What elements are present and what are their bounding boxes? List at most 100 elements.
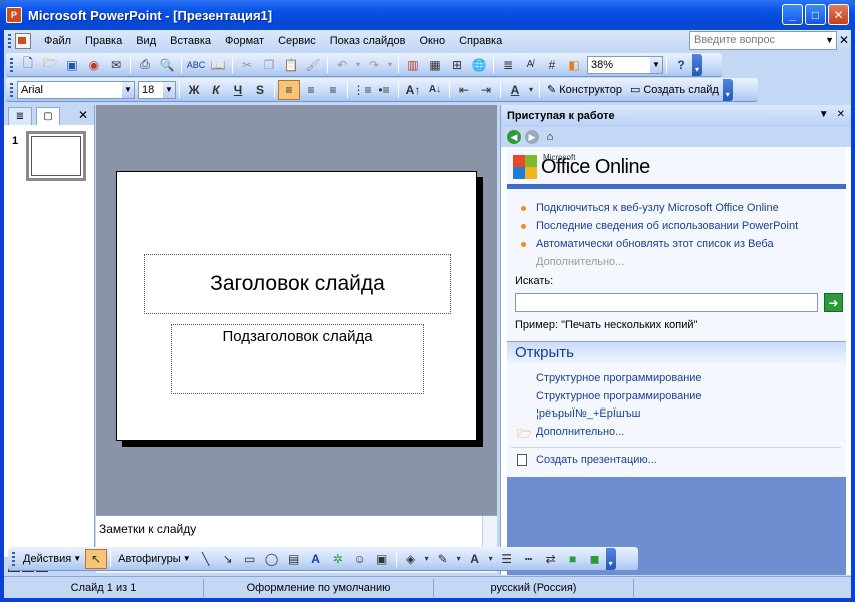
- document-menu-icon[interactable]: [15, 33, 31, 49]
- toolbar-options-icon[interactable]: ▾: [722, 78, 733, 101]
- font-color-dropdown-icon[interactable]: ▾: [486, 549, 496, 569]
- show-grid-icon[interactable]: #: [541, 55, 563, 75]
- powerpoint-app-icon[interactable]: P: [6, 7, 22, 23]
- bold-button[interactable]: Ж: [183, 80, 205, 100]
- toolbar-grip[interactable]: [10, 57, 13, 72]
- open-more-link[interactable]: 🗁 Дополнительно...: [515, 423, 845, 441]
- task-pane-menu-icon[interactable]: ▼: [819, 109, 829, 120]
- diagram-icon[interactable]: ✲: [327, 549, 349, 569]
- help-icon[interactable]: ?: [670, 55, 692, 75]
- redo-icon[interactable]: ↷: [363, 55, 385, 75]
- undo-dropdown-icon[interactable]: ▾: [353, 55, 363, 75]
- back-icon[interactable]: ◀: [507, 130, 521, 144]
- toolbar-grip[interactable]: [12, 551, 15, 566]
- autoshapes-menu-button[interactable]: Автофигуры ▼: [114, 549, 195, 569]
- menu-view[interactable]: Вид: [129, 33, 163, 49]
- shadow-button[interactable]: S: [249, 80, 271, 100]
- slide-canvas[interactable]: Заголовок слайда Подзаголовок слайда: [116, 171, 477, 441]
- tables-borders-icon[interactable]: ⊞: [446, 55, 468, 75]
- align-right-icon[interactable]: ≡: [322, 80, 344, 100]
- recent-file-item[interactable]: Структурное программирование: [515, 369, 845, 387]
- menu-tools[interactable]: Сервис: [271, 33, 323, 49]
- link-connect-office-online[interactable]: Подключиться к веб-узлу Microsoft Office…: [515, 199, 845, 217]
- chevron-down-icon[interactable]: ▼: [825, 35, 834, 45]
- permission-icon[interactable]: ◉: [83, 55, 105, 75]
- font-name-combo[interactable]: Arial ▼: [17, 80, 135, 99]
- arrow-icon[interactable]: ↘: [217, 549, 239, 569]
- new-slide-button[interactable]: ▭ Создать слайд: [626, 80, 723, 100]
- zoom-combo[interactable]: 38% ▼: [587, 55, 663, 74]
- home-icon[interactable]: ⌂: [543, 130, 557, 144]
- menu-file[interactable]: Файл: [37, 33, 78, 49]
- redo-dropdown-icon[interactable]: ▾: [385, 55, 395, 75]
- underline-button[interactable]: Ч: [227, 80, 249, 100]
- menu-help[interactable]: Справка: [452, 33, 509, 49]
- save-icon[interactable]: ▣: [61, 55, 83, 75]
- toolbar-grip[interactable]: [8, 34, 11, 48]
- research-icon[interactable]: 📖: [207, 55, 229, 75]
- menu-format[interactable]: Формат: [218, 33, 271, 49]
- subtitle-placeholder[interactable]: Подзаголовок слайда: [171, 324, 424, 394]
- chevron-down-icon[interactable]: ▼: [122, 81, 134, 98]
- clipart-icon[interactable]: ☺: [349, 549, 371, 569]
- maximize-button[interactable]: □: [805, 4, 826, 25]
- link-auto-update[interactable]: Автоматически обновлять этот список из В…: [515, 235, 845, 253]
- expand-all-icon[interactable]: ≣: [497, 55, 519, 75]
- oval-icon[interactable]: ◯: [261, 549, 283, 569]
- document-close-icon[interactable]: ✕: [839, 33, 849, 47]
- rectangle-icon[interactable]: ▭: [239, 549, 261, 569]
- toolbar-options-icon[interactable]: ▾: [692, 53, 702, 76]
- dash-style-icon[interactable]: ┅: [518, 549, 540, 569]
- forward-icon[interactable]: ▶: [525, 130, 539, 144]
- increase-font-icon[interactable]: A↑: [402, 80, 424, 100]
- font-color-icon[interactable]: A: [464, 549, 486, 569]
- undo-icon[interactable]: ↶: [331, 55, 353, 75]
- bullets-icon[interactable]: •≡: [373, 80, 395, 100]
- close-button[interactable]: ✕: [828, 4, 849, 25]
- menu-edit[interactable]: Правка: [78, 33, 129, 49]
- increase-indent-icon[interactable]: ⇥: [475, 80, 497, 100]
- shadow-style-icon[interactable]: ■: [562, 549, 584, 569]
- title-placeholder[interactable]: Заголовок слайда: [144, 254, 451, 314]
- textbox-icon[interactable]: ▤: [283, 549, 305, 569]
- line-color-dropdown-icon[interactable]: ▾: [454, 549, 464, 569]
- help-question-input[interactable]: Введите вопрос ▼: [689, 31, 837, 50]
- format-painter-icon[interactable]: 🖌: [302, 55, 324, 75]
- title-bar[interactable]: P Microsoft PowerPoint - [Презентация1] …: [0, 0, 855, 30]
- tab-outline[interactable]: ≣: [8, 107, 32, 125]
- designer-button[interactable]: ✎ Конструктор: [543, 80, 626, 100]
- decrease-font-icon[interactable]: A↓: [424, 80, 446, 100]
- copy-icon[interactable]: ❐: [258, 55, 280, 75]
- font-color-dropdown-icon[interactable]: ▾: [526, 80, 536, 100]
- create-presentation-link[interactable]: Создать презентацию...: [515, 451, 657, 469]
- search-input[interactable]: [515, 293, 818, 312]
- search-go-icon[interactable]: ➜: [824, 293, 843, 312]
- actions-menu-button[interactable]: Действия ▼: [19, 549, 85, 569]
- slide-thumbnail[interactable]: [26, 131, 86, 181]
- recent-file-item[interactable]: ¦рёърыЇ№_+ЁрЇшъш: [515, 405, 845, 423]
- wordart-icon[interactable]: A: [305, 549, 327, 569]
- decrease-indent-icon[interactable]: ⇤: [453, 80, 475, 100]
- print-preview-icon[interactable]: 🔍: [156, 55, 178, 75]
- recent-file-item[interactable]: Структурное программирование: [515, 387, 845, 405]
- font-color-icon[interactable]: A: [504, 80, 526, 100]
- align-center-icon[interactable]: ≡: [300, 80, 322, 100]
- toolbar-grip[interactable]: [10, 82, 13, 97]
- font-size-combo[interactable]: 18 ▼: [138, 80, 176, 99]
- close-icon[interactable]: ✕: [837, 109, 845, 120]
- insert-table-icon[interactable]: ▦: [424, 55, 446, 75]
- italic-button[interactable]: К: [205, 80, 227, 100]
- fill-color-dropdown-icon[interactable]: ▾: [422, 549, 432, 569]
- select-objects-icon[interactable]: ↖: [85, 548, 108, 569]
- chevron-down-icon[interactable]: ▼: [163, 81, 175, 98]
- insert-chart-icon[interactable]: ▥: [402, 55, 424, 75]
- 3d-style-icon[interactable]: ◼: [584, 549, 606, 569]
- tab-slides[interactable]: ▢: [36, 107, 60, 125]
- align-left-icon[interactable]: ≡: [278, 79, 300, 100]
- minimize-button[interactable]: _: [782, 4, 803, 25]
- print-icon[interactable]: ⎙: [134, 55, 156, 75]
- arrow-style-icon[interactable]: ⇄: [540, 549, 562, 569]
- close-icon[interactable]: ✕: [78, 108, 88, 122]
- fill-color-icon[interactable]: ◈: [400, 549, 422, 569]
- line-icon[interactable]: ╲: [195, 549, 217, 569]
